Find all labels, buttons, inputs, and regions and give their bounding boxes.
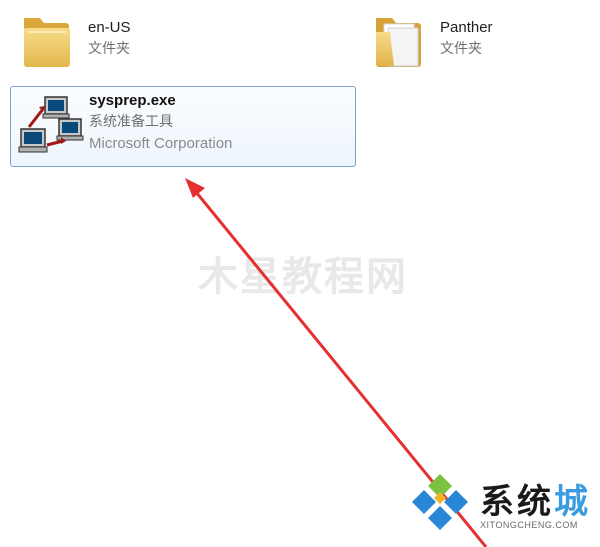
network-computers-icon bbox=[15, 93, 87, 163]
folder-item-panther[interactable]: Panther 文件夹 bbox=[362, 6, 592, 80]
file-company: Microsoft Corporation bbox=[89, 135, 233, 152]
file-type: 文件夹 bbox=[440, 40, 482, 56]
brand-name: 系统城 bbox=[480, 482, 591, 522]
file-description: 系统准备工具 bbox=[89, 113, 173, 129]
folder-open-icon bbox=[370, 8, 426, 72]
file-name: en-US bbox=[88, 19, 131, 36]
file-type: 文件夹 bbox=[88, 40, 130, 56]
file-name: sysprep.exe bbox=[89, 92, 176, 109]
diamond-logo-icon bbox=[408, 470, 472, 534]
site-logo: 系统城 XITONGCHENG.COM bbox=[408, 470, 598, 540]
folder-icon bbox=[18, 8, 74, 72]
folder-item-en-us[interactable]: en-US 文件夹 bbox=[10, 6, 310, 80]
file-item-sysprep[interactable]: sysprep.exe 系统准备工具 Microsoft Corporation bbox=[10, 86, 356, 167]
watermark: 木星教程网 bbox=[198, 254, 408, 300]
brand-url: XITONGCHENG.COM bbox=[480, 520, 578, 530]
file-name: Panther bbox=[440, 19, 493, 36]
